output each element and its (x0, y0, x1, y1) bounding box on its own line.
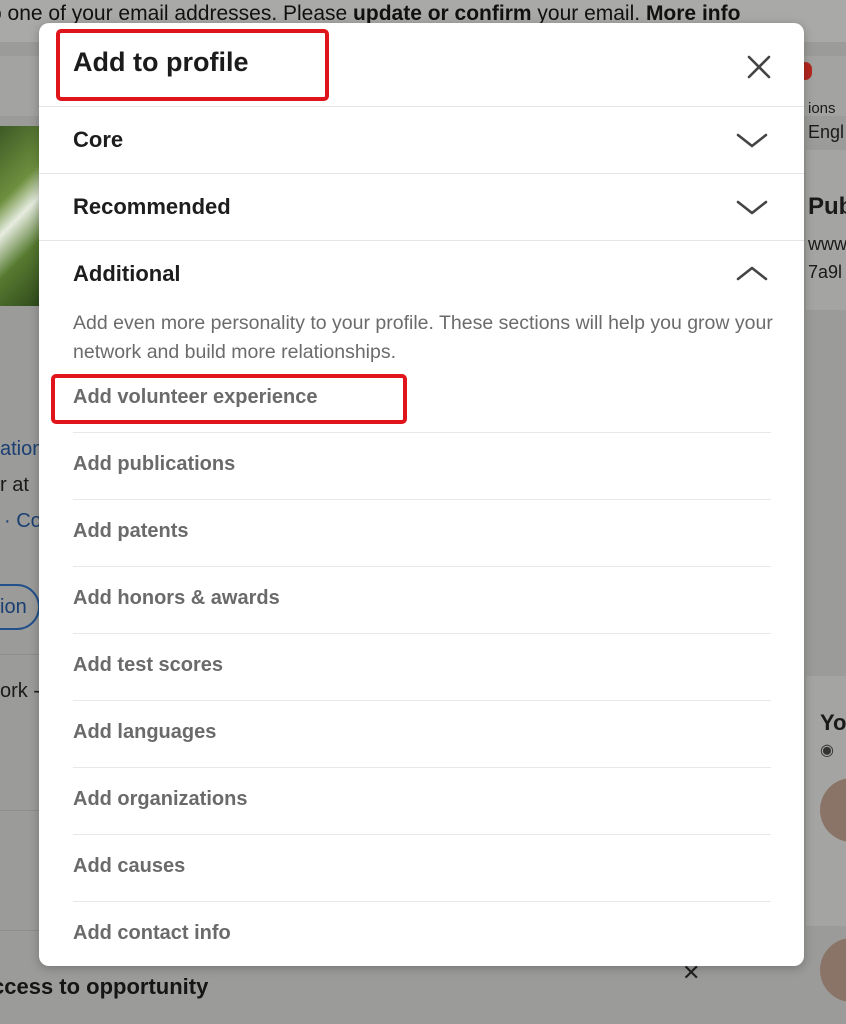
section-label: Recommended (73, 194, 231, 219)
item-label: Add causes (73, 855, 186, 877)
list-item-add-patents[interactable]: Add patents (73, 500, 771, 567)
item-label: Add patents (73, 520, 189, 542)
item-label: Add honors & awards (73, 587, 280, 609)
section-description: Add even more personality to your profil… (73, 312, 773, 363)
additional-items-list: Add volunteer experience Add publication… (51, 366, 771, 966)
list-item-add-languages[interactable]: Add languages (73, 701, 771, 768)
close-button[interactable] (743, 51, 775, 83)
list-item-add-volunteer-experience[interactable]: Add volunteer experience (51, 366, 771, 433)
item-label: Add languages (73, 721, 217, 743)
background-text-fragment: ork - (0, 680, 40, 702)
section-additional-header[interactable]: Additional (39, 241, 804, 308)
background-text-fragment: r at (0, 474, 29, 496)
background-divider (0, 654, 40, 655)
background-right-card (806, 150, 846, 310)
modal-header: Add to profile (39, 23, 804, 107)
update-confirm-link[interactable]: update or confirm (353, 2, 532, 25)
section-label: Additional (73, 261, 181, 286)
list-item-add-contact-info[interactable]: Add contact info (73, 902, 771, 966)
background-text-fragment: · Co (4, 510, 42, 532)
more-info-link[interactable]: More info (646, 2, 741, 25)
list-item-add-organizations[interactable]: Add organizations (73, 768, 771, 835)
modal-title: Add to profile (73, 47, 249, 77)
background-text-fragment: 7a9l (808, 262, 843, 282)
item-label: Add publications (73, 453, 236, 475)
add-to-profile-modal: Add to profile Core Recommended Addition… (39, 23, 804, 966)
background-text-fragment: Engl (808, 122, 845, 142)
background-divider (0, 810, 40, 811)
list-item-add-causes[interactable]: Add causes (73, 835, 771, 902)
chevron-up-icon (735, 263, 769, 285)
background-card-title: ccess to opportunity (0, 974, 209, 999)
item-label: Add test scores (73, 654, 224, 676)
chevron-down-icon (735, 196, 769, 218)
background-text-fragment: Pub (808, 193, 846, 220)
banner-text-middle: your email. (531, 2, 646, 25)
section-label: Core (73, 127, 124, 152)
item-label: Add contact info (73, 922, 231, 944)
list-item-add-publications[interactable]: Add publications (73, 433, 771, 500)
list-item-add-honors-awards[interactable]: Add honors & awards (73, 567, 771, 634)
chevron-down-icon (735, 129, 769, 151)
item-label: Add organizations (73, 788, 248, 810)
background-text-fragment: Yo (820, 710, 846, 735)
section-core[interactable]: Core (39, 107, 804, 174)
item-label: Add volunteer experience (73, 386, 318, 408)
background-text-fragment: www (808, 234, 846, 254)
banner-text: o one of your email addresses. Please (0, 2, 354, 25)
background-text-fragment: ions (808, 100, 836, 117)
list-item-add-test-scores[interactable]: Add test scores (73, 634, 771, 701)
background-text-fragment: ion (0, 596, 27, 618)
close-icon (747, 55, 771, 79)
avatar (820, 938, 846, 1002)
section-recommended[interactable]: Recommended (39, 174, 804, 241)
background-profile-photo (0, 126, 40, 306)
eye-icon: ◉ (820, 742, 834, 759)
background-text-fragment: ation (0, 438, 44, 460)
